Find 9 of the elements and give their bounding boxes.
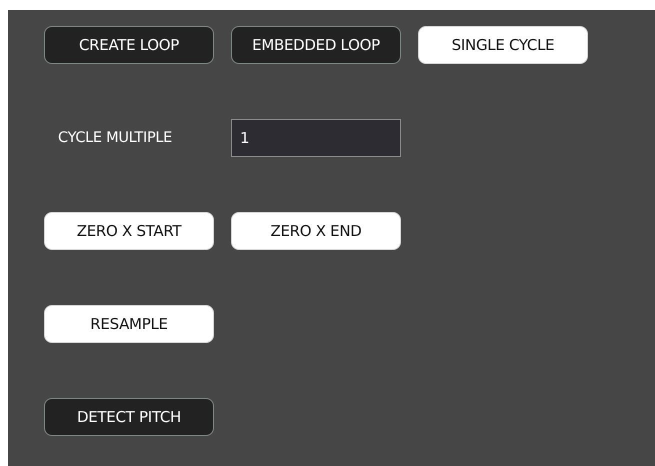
toggle-button[interactable]: SINGLE CYCLE (418, 26, 588, 64)
toggle-button[interactable]: ZERO X START (44, 212, 214, 250)
toggle-button[interactable]: RESAMPLE (44, 305, 214, 343)
toggle-button[interactable]: ZERO X END (231, 212, 401, 250)
toggle-button[interactable]: DETECT PITCH (44, 398, 214, 436)
toggle-button[interactable]: CREATE LOOP (44, 26, 214, 64)
input-field[interactable]: 1 (231, 119, 401, 157)
toggle-button[interactable]: EMBEDDED LOOP (231, 26, 401, 64)
field-label: CYCLE MULTIPLE (57, 130, 174, 146)
